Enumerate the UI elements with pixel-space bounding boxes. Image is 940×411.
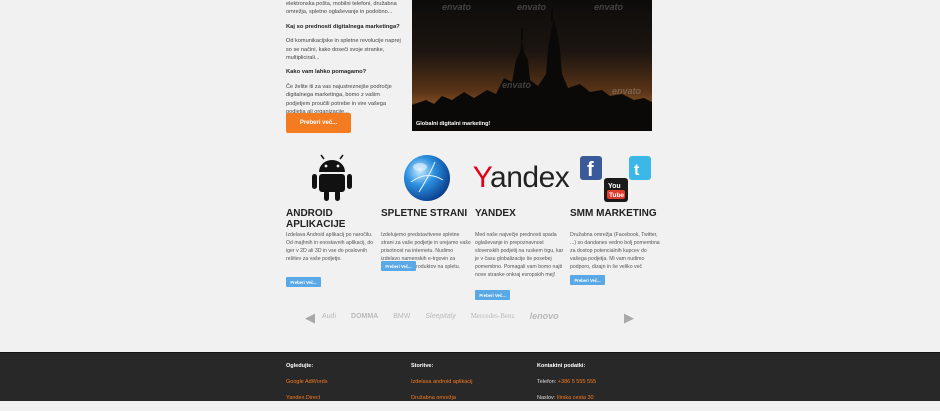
partner-logo-bmw: BMW (393, 312, 411, 320)
footer-col-browse: Ogledujte: Google AdWords Yandex.Direct (286, 363, 327, 411)
phone-label: Telefon: (537, 379, 557, 385)
intro-paragraph-benefits: Od komunikacijske in spletne revolucije … (286, 38, 401, 62)
watermark: envato (517, 2, 547, 12)
footer-heading: Kontaktni podatki: (537, 363, 586, 369)
services-section: ANDROID APLIKACIJE Izdelava Android apli… (0, 150, 940, 310)
watermark: envato (612, 86, 642, 96)
read-more-yandex-button[interactable]: Preberi Več... (475, 290, 510, 300)
service-web: SPLETNE STRANI Izdelujemo predstavitvene… (381, 150, 473, 270)
social-icons: f t You Tube (570, 150, 662, 206)
service-text: Izdelava Android aplikacij po naročilu. … (286, 232, 374, 262)
service-title: SMM MARKETING (570, 208, 657, 219)
svg-text:You: You (608, 183, 621, 190)
footer-heading: Storitve: (411, 363, 434, 369)
yandex-logo-icon: Yandex (472, 161, 570, 194)
service-text: Družabna omrežja (Facebook, Twitter, ...… (570, 232, 660, 270)
watermark: envato (502, 80, 532, 90)
partner-logo-sleepitaly: Sleepitaly (425, 312, 456, 320)
svg-text:t: t (634, 162, 640, 179)
twitter-icon (629, 156, 651, 180)
android-icon (286, 150, 378, 206)
partner-logo-audi: Audi (322, 312, 337, 320)
read-more-android-button[interactable]: Preberi Več... (286, 277, 321, 287)
service-title: ANDROID APLIKACIJE (286, 208, 346, 230)
service-text: Med naše največje prednosti spada oglaše… (475, 232, 564, 278)
footer-link[interactable]: Družabna omrežja (411, 395, 472, 402)
yandex-logo-text: andex (490, 161, 570, 194)
carousel-next-icon[interactable]: ▶ (624, 310, 634, 326)
phone-value[interactable]: +386 5 555 555 (558, 379, 596, 385)
footer-link[interactable]: Izdelava android aplikacij (411, 379, 472, 386)
contact-phone: Telefon: +386 5 555 555 (537, 379, 596, 386)
read-more-smm-button[interactable]: Preberi Več... (570, 275, 605, 285)
contact-address: Naslov: Ilirska cesta 30 (537, 395, 596, 402)
watermark: envato (594, 2, 624, 12)
partner-logos: Audi DOMMA BMW Sleepitaly Mercedes-Benz … (300, 306, 640, 326)
intro-heading-help: Kako vam lahko pomagamo? (286, 69, 367, 76)
footer-heading: Ogledujte: (286, 363, 314, 369)
partner-logo-lenovo: lenovo (529, 311, 559, 321)
watermark: envato (442, 2, 472, 12)
read-more-web-button[interactable]: Preberi Več... (381, 261, 416, 271)
intro-text: elektronska pošta, mobilni telefoni, dru… (286, 0, 404, 122)
service-yandex: Yandex YANDEX Med naše največje prednost… (472, 150, 570, 278)
footer-col-services: Storitve: Izdelava android aplikacij Dru… (411, 363, 472, 411)
svg-text:f: f (587, 159, 594, 181)
globe-icon (381, 150, 473, 206)
address-value: Ilirska cesta 30 (556, 395, 594, 401)
footer-link[interactable]: Yandex.Direct (286, 395, 327, 402)
footer: Ogledujte: Google AdWords Yandex.Direct … (0, 352, 940, 401)
partner-logo-domma: DOMMA (351, 312, 379, 320)
footer-col-contact: Kontaktni podatki: Telefon: +386 5 555 5… (537, 363, 596, 411)
svg-text:Tube: Tube (609, 192, 624, 199)
service-title: SPLETNE STRANI (381, 208, 468, 219)
intro-paragraph: elektronska pošta, mobilni telefoni, dru… (286, 1, 397, 16)
hero-slider[interactable]: envato envato envato envato envato Globa… (412, 0, 652, 131)
footer-link[interactable]: Google AdWords (286, 379, 327, 386)
city-skyline-image (412, 8, 652, 131)
intro-heading-benefits: Kaj so prednosti digitalnega marketinga? (286, 23, 400, 30)
service-android: ANDROID APLIKACIJE Izdelava Android apli… (286, 150, 378, 262)
partner-logo-mercedes: Mercedes-Benz (470, 312, 515, 320)
read-more-button[interactable]: Preberi več... (286, 113, 351, 133)
intro-paragraph-help: Če želite iti za vas najustreznejše podr… (286, 83, 392, 115)
slider-caption: Globalni digitalni marketing! (416, 121, 491, 127)
address-label: Naslov: (537, 395, 556, 401)
service-title: YANDEX (475, 208, 516, 219)
service-smm: f t You Tube SMM MARKETING Družabna omre… (570, 150, 662, 270)
